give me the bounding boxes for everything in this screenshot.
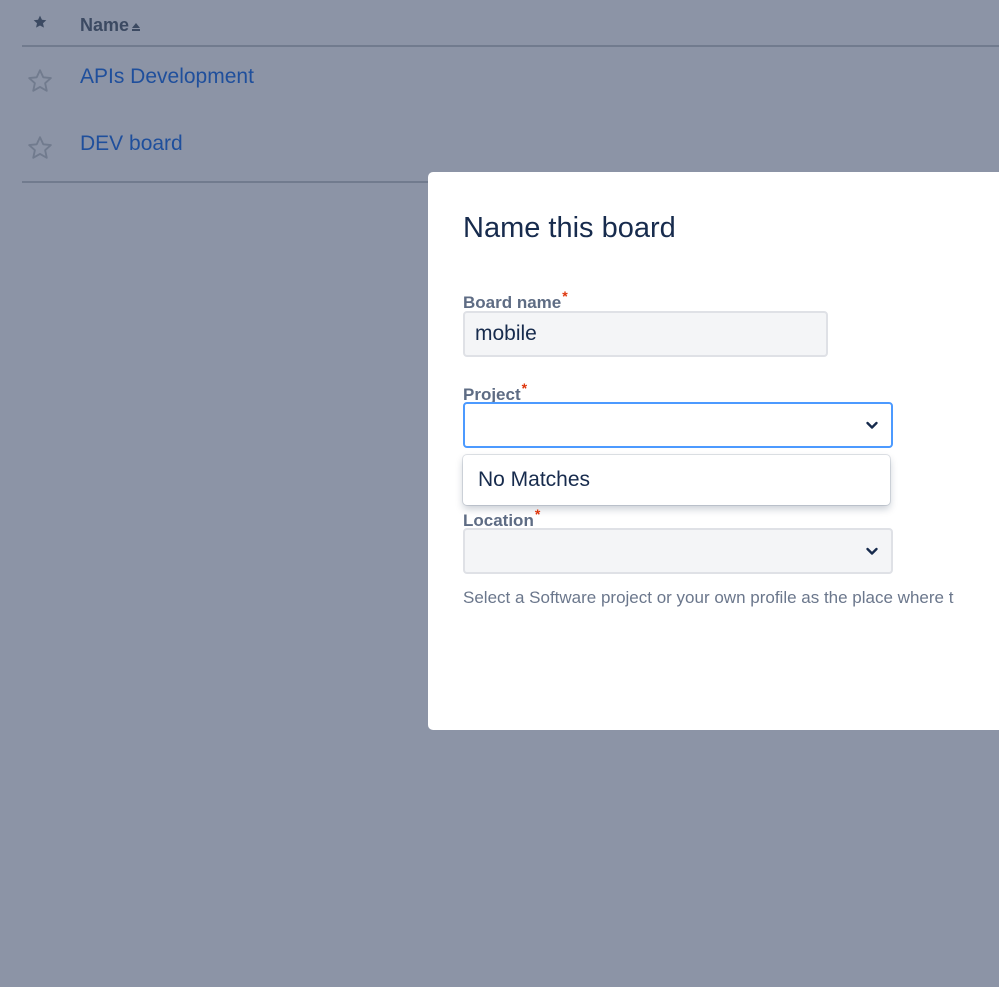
name-column-header[interactable]: Name	[80, 15, 141, 36]
board-name-input[interactable]: mobile	[463, 311, 828, 357]
table-row: DEV board	[22, 112, 999, 179]
sort-ascending-icon	[132, 23, 141, 31]
required-indicator: *	[562, 288, 568, 304]
required-indicator: *	[534, 506, 541, 522]
table-divider	[22, 181, 442, 183]
board-list-page: Name APIs Development DEV board Name thi…	[0, 0, 999, 987]
location-helper-text: Select a Software project or your own pr…	[463, 588, 954, 607]
table-row: APIs Development	[22, 45, 999, 112]
star-outline-icon[interactable]	[26, 67, 54, 95]
no-matches-message: No Matches	[478, 468, 591, 491]
board-name-label: Board name*	[463, 288, 568, 313]
dialog-title: Name this board	[463, 212, 676, 244]
board-name-label-text: Board name	[463, 293, 562, 312]
star-filled-icon[interactable]	[32, 14, 48, 30]
star-outline-icon[interactable]	[26, 134, 54, 162]
location-select[interactable]	[463, 528, 893, 574]
name-column-label: Name	[80, 15, 130, 35]
project-dropdown-menu: No Matches	[463, 455, 890, 505]
board-link[interactable]: APIs Development	[80, 65, 254, 89]
chevron-down-icon	[866, 421, 878, 429]
project-select[interactable]	[463, 402, 893, 448]
required-indicator: *	[521, 380, 528, 396]
board-link[interactable]: DEV board	[80, 132, 183, 156]
table-header: Name	[22, 0, 999, 47]
chevron-down-icon	[866, 547, 878, 555]
name-board-dialog: Name this board Board name* mobile Proje…	[428, 172, 999, 730]
